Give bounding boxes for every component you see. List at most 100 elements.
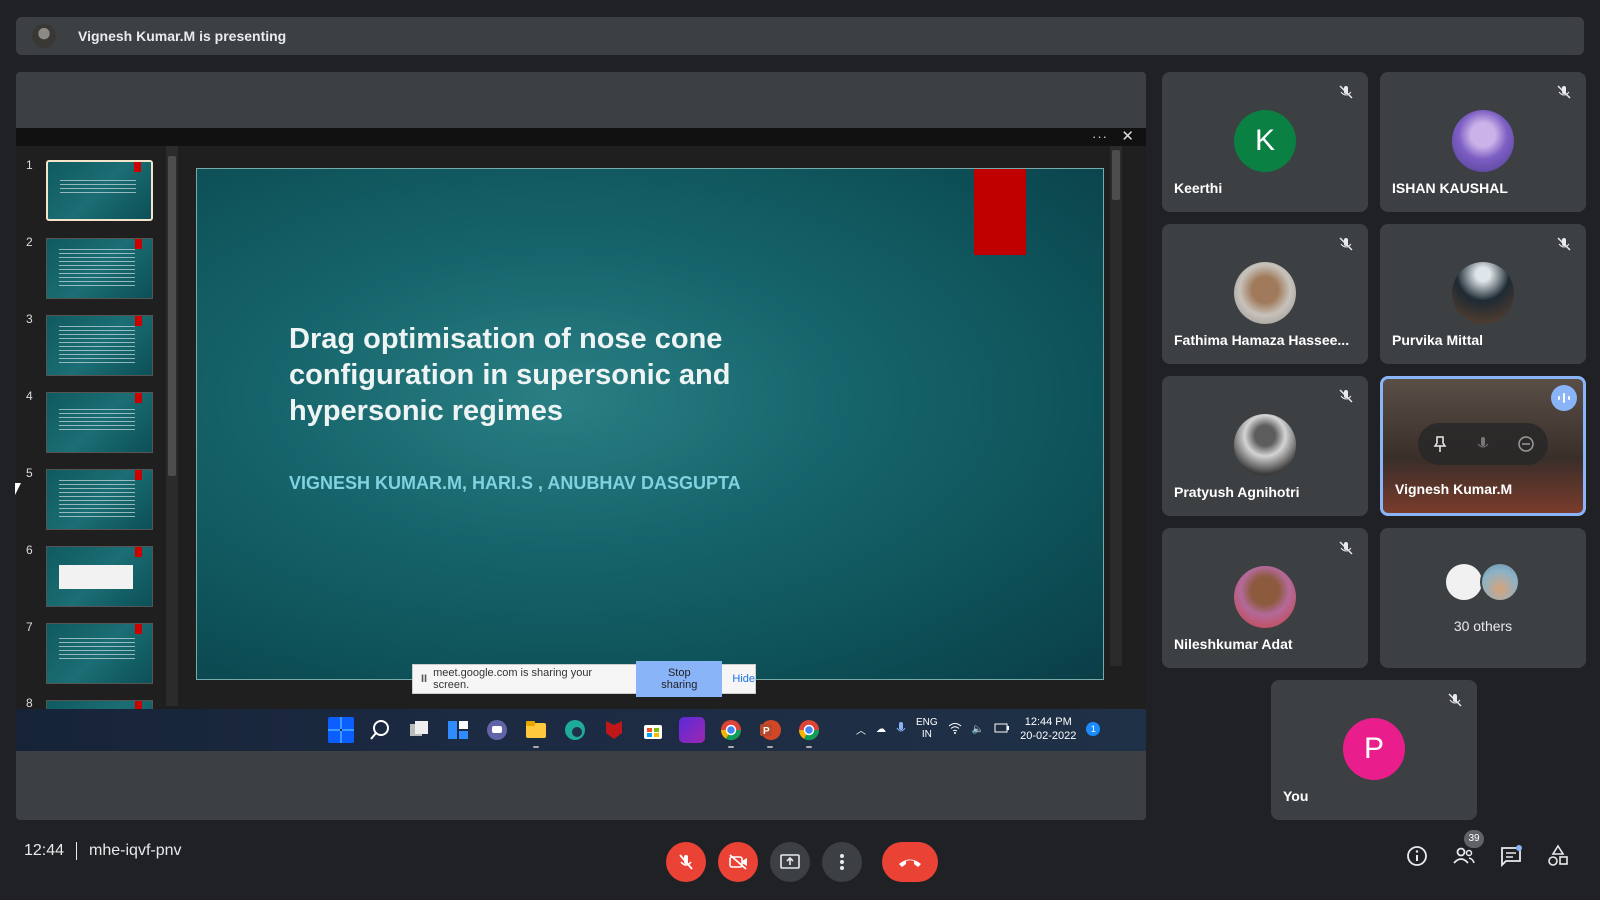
camera-off-icon	[729, 854, 747, 870]
ppt-titlebar: ··· ✕	[16, 128, 1146, 146]
slide-red-accent	[974, 169, 1026, 255]
more-options-button[interactable]	[822, 842, 862, 882]
close-icon[interactable]: ✕	[1121, 127, 1134, 145]
thumb-number: 2	[26, 235, 33, 249]
meeting-details-icon[interactable]	[1405, 844, 1429, 868]
lang-primary: ENG	[916, 717, 938, 728]
remove-participant-icon[interactable]	[1517, 435, 1535, 453]
slide-thumbnail-2[interactable]	[46, 238, 153, 299]
slide-thumbnail-7[interactable]	[46, 623, 153, 684]
participant-tile-vignesh[interactable]: Vignesh Kumar.M	[1380, 376, 1586, 516]
windows-taskbar: P ︿ ☁ ENG IN 🔈 12:44 PM 20-02-2022 1	[16, 709, 1146, 751]
avatar	[1480, 562, 1520, 602]
svg-text:P: P	[763, 726, 770, 737]
file-explorer-icon[interactable]	[523, 717, 549, 748]
participant-tile-you[interactable]: P You	[1271, 680, 1477, 820]
wifi-icon[interactable]	[948, 722, 962, 737]
task-view-icon[interactable]	[406, 717, 432, 743]
more-options-icon[interactable]: ···	[1092, 129, 1108, 144]
chevron-up-icon[interactable]: ︿	[856, 722, 866, 737]
slide-authors: VIGNESH KUMAR.M, HARI.S , ANUBHAV DASGUP…	[289, 473, 741, 493]
mic-off-icon	[1339, 237, 1353, 251]
leave-call-button[interactable]	[882, 842, 938, 882]
participant-tile-fathima[interactable]: Fathima Hamaza Hassee...	[1162, 224, 1368, 364]
meeting-code: mhe-iqvf-pnv	[89, 842, 182, 859]
taskbar-time: 12:44 PM	[1024, 716, 1072, 728]
slide-thumbnail-1[interactable]	[46, 160, 153, 221]
microsoft-store-icon[interactable]	[640, 717, 666, 743]
mcafee-icon[interactable]	[601, 717, 627, 743]
slide-thumbnail-3[interactable]	[46, 315, 153, 376]
cloud-icon[interactable]: ☁	[876, 724, 886, 735]
notification-icon[interactable]: 1	[1086, 722, 1101, 736]
windows-start-icon[interactable]	[328, 717, 354, 743]
meeting-info: 12:44 mhe-iqvf-pnv	[24, 842, 182, 860]
powerpoint-window: ··· ✕ 1 2 3 4 5 6 7 8 Drag optimisation …	[16, 128, 1146, 720]
chat-icon[interactable]	[1499, 844, 1523, 868]
camera-toggle-button[interactable]	[718, 842, 758, 882]
pause-icon: II	[421, 673, 428, 685]
others-tile[interactable]: 30 others	[1380, 528, 1586, 668]
meeting-time: 12:44	[24, 842, 65, 859]
people-icon[interactable]: 39	[1452, 830, 1484, 868]
meeting-controls-bar: 12:44 mhe-iqvf-pnv 39	[0, 820, 1600, 900]
teams-chat-icon[interactable]	[484, 717, 510, 743]
pin-icon[interactable]	[1431, 435, 1449, 453]
mic-off-icon	[1557, 237, 1571, 251]
thumbnail-scrollbar[interactable]	[166, 146, 178, 706]
mouse-cursor	[15, 483, 21, 495]
slide-thumbnail-5[interactable]	[46, 469, 153, 530]
divider	[76, 842, 78, 860]
taskbar-clock[interactable]: 12:44 PM 20-02-2022	[1020, 715, 1076, 743]
slide-thumbnail-4[interactable]	[46, 392, 153, 453]
slide-title: Drag optimisation of nose cone configura…	[289, 323, 731, 427]
participant-tile-purvika[interactable]: Purvika Mittal	[1380, 224, 1586, 364]
participant-name: Nileshkumar Adat	[1174, 636, 1293, 652]
language-indicator[interactable]: ENG IN	[916, 717, 938, 741]
participant-name: Pratyush Agnihotri	[1174, 484, 1300, 500]
mic-off-icon	[679, 854, 693, 870]
presenting-banner: Vignesh Kumar.M is presenting	[16, 17, 1584, 55]
app-icon-purple[interactable]	[679, 717, 705, 743]
avatar	[1444, 562, 1484, 602]
participant-name: Purvika Mittal	[1392, 332, 1484, 348]
slide-thumbnail-6[interactable]	[46, 546, 153, 607]
participant-tile-pratyush[interactable]: Pratyush Agnihotri	[1162, 376, 1368, 516]
presentation-stage: ··· ✕ 1 2 3 4 5 6 7 8 Drag optimisation …	[16, 72, 1146, 820]
battery-icon[interactable]	[994, 723, 1010, 736]
speaking-indicator-icon	[1551, 385, 1577, 411]
participant-tile-ishan[interactable]: ISHAN KAUSHAL	[1380, 72, 1586, 212]
volume-icon[interactable]: 🔈	[972, 724, 984, 735]
microphone-tray-icon[interactable]	[896, 721, 906, 738]
search-icon[interactable]	[367, 717, 393, 743]
thumb-number: 8	[26, 696, 33, 710]
chrome-icon-2[interactable]	[796, 717, 822, 748]
stop-sharing-button[interactable]: Stop sharing	[636, 661, 723, 697]
widgets-icon[interactable]	[445, 717, 471, 743]
thumb-number: 7	[26, 620, 33, 634]
slide-scrollbar[interactable]	[1110, 146, 1122, 666]
powerpoint-icon[interactable]: P	[757, 717, 783, 748]
slide-thumbnail-panel: 1 2 3 4 5 6 7 8	[16, 146, 184, 720]
end-call-icon	[899, 859, 921, 867]
share-notice-text: meet.google.com is sharing your screen.	[433, 667, 593, 691]
mute-participant-icon[interactable]	[1474, 435, 1492, 453]
avatar	[1234, 262, 1296, 324]
avatar	[1452, 110, 1514, 172]
present-now-button[interactable]	[770, 842, 810, 882]
chrome-icon[interactable]	[718, 717, 744, 748]
microphone-toggle-button[interactable]	[666, 842, 706, 882]
participant-tile-nileshkumar[interactable]: Nileshkumar Adat	[1162, 528, 1368, 668]
presenting-text: Vignesh Kumar.M is presenting	[78, 28, 287, 44]
others-count: 30 others	[1453, 618, 1513, 634]
avatar	[1234, 414, 1296, 476]
edge-browser-icon[interactable]	[562, 717, 588, 743]
avatar	[1452, 262, 1514, 324]
participant-name: Keerthi	[1174, 180, 1223, 196]
participant-name: ISHAN KAUSHAL	[1392, 180, 1508, 196]
hide-button[interactable]: Hide	[732, 673, 755, 685]
thumb-number: 1	[26, 158, 33, 172]
participant-tile-keerthi[interactable]: K Keerthi	[1162, 72, 1368, 212]
activities-icon[interactable]	[1546, 844, 1570, 868]
mic-off-icon	[1339, 389, 1353, 403]
